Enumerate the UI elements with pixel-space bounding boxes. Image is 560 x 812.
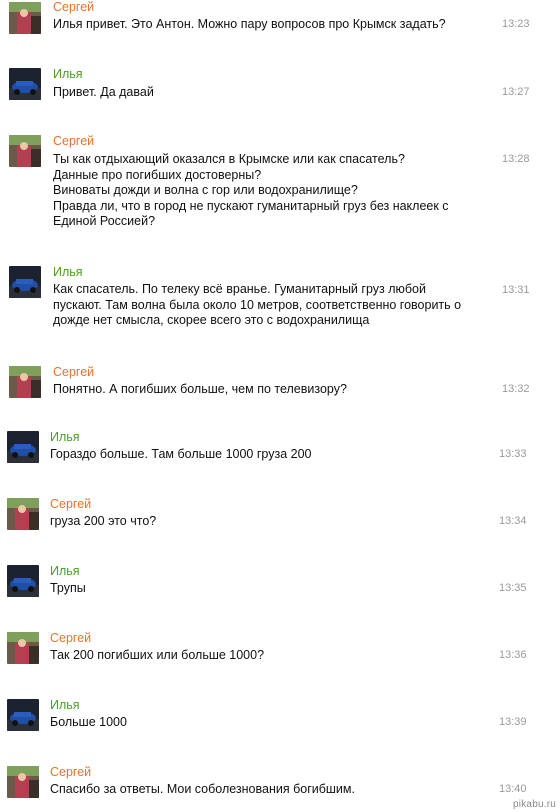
message-time: 13:36 bbox=[499, 649, 527, 661]
avatar-ilya[interactable] bbox=[7, 699, 39, 731]
avatar-ilya[interactable] bbox=[9, 266, 41, 298]
sender-name[interactable]: Сергей bbox=[50, 631, 91, 646]
message-time: 13:33 bbox=[499, 448, 527, 460]
sender-name[interactable]: Сергей bbox=[53, 365, 94, 380]
message-text: Гораздо больше. Там больше 1000 груза 20… bbox=[50, 447, 312, 461]
message-text: Привет. Да давай bbox=[53, 85, 154, 99]
sender-name[interactable]: Сергей bbox=[53, 0, 94, 15]
sender-name[interactable]: Илья bbox=[53, 67, 83, 82]
watermark: pikabu.ru bbox=[513, 799, 556, 810]
message-text: Илья привет. Это Антон. Можно пару вопро… bbox=[53, 17, 446, 31]
avatar-sergey[interactable] bbox=[7, 632, 39, 664]
sender-name[interactable]: Илья bbox=[50, 564, 80, 579]
sender-name[interactable]: Сергей bbox=[50, 497, 91, 512]
message-time: 13:27 bbox=[502, 86, 530, 98]
sender-name[interactable]: Сергей bbox=[50, 765, 91, 780]
avatar-ilya[interactable] bbox=[7, 565, 39, 597]
sender-name[interactable]: Илья bbox=[50, 698, 80, 713]
message-text: Ты как отдыхающий оказался в Крымске или… bbox=[53, 152, 449, 228]
sender-name[interactable]: Илья bbox=[53, 265, 83, 280]
avatar-sergey[interactable] bbox=[9, 2, 41, 34]
message-time: 13:32 bbox=[502, 383, 530, 395]
sender-name[interactable]: Сергей bbox=[53, 134, 94, 149]
message-text: Больше 1000 bbox=[50, 715, 127, 729]
message-time: 13:35 bbox=[499, 582, 527, 594]
message-text: Трупы bbox=[50, 581, 86, 595]
avatar-sergey[interactable] bbox=[9, 366, 41, 398]
message-time: 13:34 bbox=[499, 515, 527, 527]
message-text: груза 200 это что? bbox=[50, 514, 157, 528]
avatar-sergey[interactable] bbox=[7, 766, 39, 798]
sender-name[interactable]: Илья bbox=[50, 430, 80, 445]
avatar-sergey[interactable] bbox=[9, 135, 41, 167]
message-text: Так 200 погибших или больше 1000? bbox=[50, 648, 265, 662]
message-text: Понятно. А погибших больше, чем по телев… bbox=[53, 382, 347, 396]
message-text: Спасибо за ответы. Мои соболезнования бо… bbox=[50, 782, 355, 796]
message-time: 13:31 bbox=[502, 284, 530, 296]
avatar-ilya[interactable] bbox=[9, 68, 41, 100]
avatar-sergey[interactable] bbox=[7, 498, 39, 530]
message-time: 13:40 bbox=[499, 783, 527, 795]
avatar-ilya[interactable] bbox=[7, 431, 39, 463]
message-time: 13:23 bbox=[502, 18, 530, 30]
message-time: 13:39 bbox=[499, 716, 527, 728]
message-text: Как спасатель. По телеку всё вранье. Гум… bbox=[53, 282, 462, 327]
message-time: 13:28 bbox=[502, 153, 530, 165]
